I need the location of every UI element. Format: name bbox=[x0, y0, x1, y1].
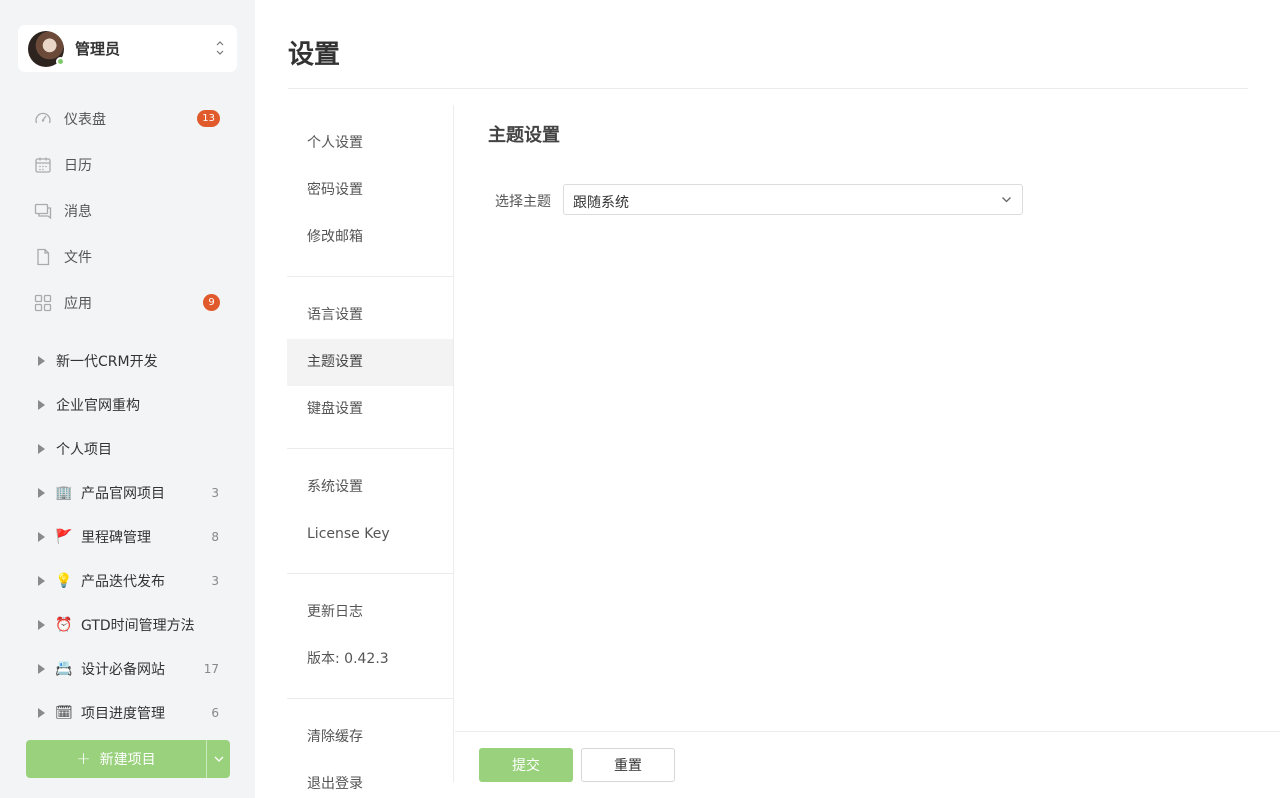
alarm-clock-icon: ⏰ bbox=[55, 617, 73, 633]
project-name: 产品官网项目 bbox=[81, 486, 165, 502]
expand-arrow-icon[interactable] bbox=[38, 620, 45, 630]
chevron-down-icon bbox=[1002, 197, 1011, 203]
notification-badge: 9 bbox=[203, 294, 220, 311]
project-item[interactable]: 💡 产品迭代发布 3 bbox=[25, 559, 231, 603]
plus-icon: + bbox=[76, 749, 91, 769]
project-name: GTD时间管理方法 bbox=[81, 618, 195, 634]
nav-item-apps[interactable]: 应用 9 bbox=[25, 280, 231, 326]
expand-arrow-icon[interactable] bbox=[38, 708, 45, 718]
project-list: 新一代CRM开发 企业官网重构 个人项目 🏢 产品官网项目 3 🚩 里程碑管理 … bbox=[25, 339, 231, 735]
nav-item-calendar[interactable]: 日历 bbox=[25, 142, 231, 188]
settings-group: 清除缓存 退出登录 bbox=[287, 699, 453, 798]
calendar-icon bbox=[34, 156, 52, 174]
file-icon bbox=[34, 248, 52, 266]
settings-nav: 个人设置 密码设置 修改邮箱 语言设置 主题设置 键盘设置 系统设置 Licen… bbox=[287, 105, 454, 792]
flag-icon: 🚩 bbox=[55, 529, 73, 545]
settings-item-password[interactable]: 密码设置 bbox=[287, 167, 453, 214]
chevron-down-icon bbox=[214, 756, 223, 762]
new-project-label: 新建项目 bbox=[99, 752, 156, 768]
card-index-icon: 📇 bbox=[55, 661, 73, 677]
project-item[interactable]: 新一代CRM开发 bbox=[25, 339, 231, 383]
section-title: 主题设置 bbox=[488, 125, 560, 146]
expand-arrow-icon[interactable] bbox=[38, 532, 45, 542]
reset-button[interactable]: 重置 bbox=[581, 748, 675, 782]
divider bbox=[288, 88, 1248, 89]
dashboard-icon bbox=[34, 110, 52, 128]
expand-arrow-icon[interactable] bbox=[38, 356, 45, 366]
nav-item-dashboard[interactable]: 仪表盘 13 bbox=[25, 96, 231, 142]
settings-group: 系统设置 License Key bbox=[287, 449, 453, 574]
nav-item-files[interactable]: 文件 bbox=[25, 234, 231, 280]
settings-item-clear-cache[interactable]: 清除缓存 bbox=[287, 714, 453, 761]
settings-item-logout[interactable]: 退出登录 bbox=[287, 761, 453, 798]
project-name: 个人项目 bbox=[56, 442, 112, 458]
project-count: 17 bbox=[203, 662, 219, 676]
project-item[interactable]: 🚩 里程碑管理 8 bbox=[25, 515, 231, 559]
theme-field-label: 选择主题 bbox=[495, 194, 551, 210]
project-item[interactable]: 🏢 产品官网项目 3 bbox=[25, 471, 231, 515]
nav-label: 消息 bbox=[64, 204, 92, 220]
project-item[interactable]: 个人项目 bbox=[25, 427, 231, 471]
project-name: 产品迭代发布 bbox=[81, 574, 165, 590]
settings-item-profile[interactable]: 个人设置 bbox=[287, 120, 453, 167]
avatar bbox=[28, 30, 65, 67]
nav-label: 日历 bbox=[64, 158, 92, 174]
new-project-button-group: + 新建项目 bbox=[26, 740, 230, 778]
project-item[interactable]: ⏰ GTD时间管理方法 bbox=[25, 603, 231, 647]
submit-button[interactable]: 提交 bbox=[479, 748, 573, 782]
nav-label: 应用 bbox=[64, 296, 92, 312]
message-icon bbox=[34, 202, 52, 220]
nav-label: 仪表盘 bbox=[64, 112, 106, 128]
settings-item-version: 版本: 0.42.3 bbox=[307, 651, 389, 667]
project-name: 企业官网重构 bbox=[56, 398, 140, 414]
settings-item-keyboard[interactable]: 键盘设置 bbox=[287, 386, 453, 433]
expand-arrow-icon[interactable] bbox=[38, 400, 45, 410]
project-count: 8 bbox=[211, 530, 219, 544]
project-name: 设计必备网站 bbox=[81, 662, 165, 678]
project-name: 里程碑管理 bbox=[81, 530, 151, 546]
expand-arrow-icon[interactable] bbox=[38, 664, 45, 674]
settings-item-language[interactable]: 语言设置 bbox=[287, 292, 453, 339]
project-item[interactable]: 🗓 项目进度管理 6 bbox=[25, 691, 231, 735]
theme-select-value: 跟随系统 bbox=[573, 195, 629, 211]
project-count: 3 bbox=[211, 574, 219, 588]
nav-label: 文件 bbox=[64, 250, 92, 266]
notification-badge: 13 bbox=[197, 110, 220, 127]
user-name: 管理员 bbox=[75, 40, 121, 58]
project-item[interactable]: 📇 设计必备网站 17 bbox=[25, 647, 231, 691]
expand-arrow-icon[interactable] bbox=[38, 576, 45, 586]
main-nav: 仪表盘 13 日历 消息 文件 应用 9 bbox=[25, 96, 231, 326]
settings-group: 语言设置 主题设置 键盘设置 bbox=[287, 277, 453, 449]
nav-item-messages[interactable]: 消息 bbox=[25, 188, 231, 234]
sidebar: 管理员 仪表盘 13 日历 消息 文件 应用 9 新一代CRM开发 企业官网重构… bbox=[0, 0, 255, 798]
project-name: 新一代CRM开发 bbox=[56, 354, 158, 370]
settings-item-email[interactable]: 修改邮箱 bbox=[287, 214, 453, 261]
project-name: 项目进度管理 bbox=[81, 706, 165, 722]
calendar-pad-icon: 🗓 bbox=[55, 705, 73, 721]
project-item[interactable]: 企业官网重构 bbox=[25, 383, 231, 427]
expand-arrow-icon[interactable] bbox=[38, 444, 45, 454]
settings-group: 个人设置 密码设置 修改邮箱 bbox=[287, 105, 453, 277]
online-status-dot bbox=[56, 56, 65, 66]
lightbulb-icon: 💡 bbox=[55, 573, 73, 589]
chevron-updown-icon bbox=[216, 41, 224, 55]
project-count: 3 bbox=[211, 486, 219, 500]
theme-select[interactable]: 跟随系统 bbox=[563, 184, 1023, 215]
settings-group: 更新日志 版本: 0.42.3 bbox=[287, 574, 453, 699]
settings-item-system[interactable]: 系统设置 bbox=[287, 464, 453, 511]
settings-item-changelog[interactable]: 更新日志 bbox=[287, 589, 453, 636]
new-project-dropdown-button[interactable] bbox=[206, 740, 230, 778]
building-icon: 🏢 bbox=[55, 485, 73, 501]
divider bbox=[455, 731, 1280, 732]
page-title: 设置 bbox=[288, 40, 341, 70]
user-switcher[interactable]: 管理员 bbox=[18, 25, 237, 72]
new-project-button[interactable]: + 新建项目 bbox=[26, 740, 206, 778]
settings-item-theme[interactable]: 主题设置 bbox=[287, 339, 453, 386]
project-count: 6 bbox=[211, 706, 219, 720]
settings-item-license[interactable]: License Key bbox=[287, 511, 453, 558]
apps-icon bbox=[34, 294, 52, 312]
expand-arrow-icon[interactable] bbox=[38, 488, 45, 498]
